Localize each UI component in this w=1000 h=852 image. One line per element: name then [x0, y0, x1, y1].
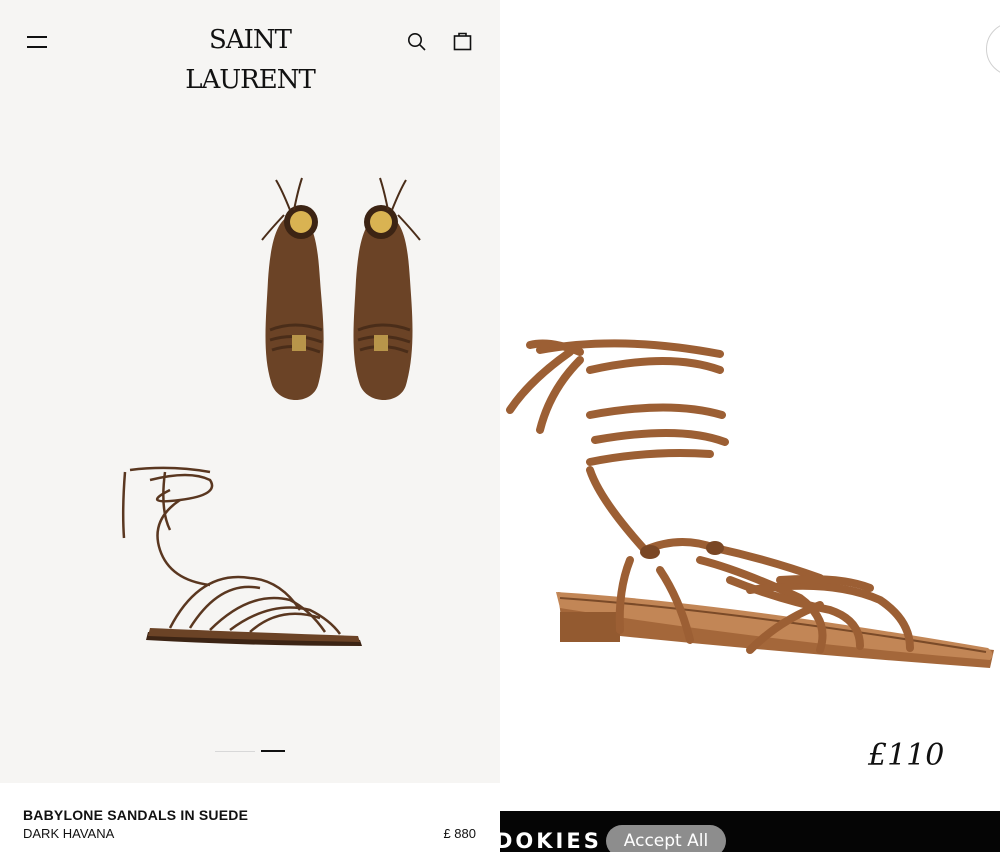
accept-all-button[interactable]: Accept All	[606, 825, 726, 852]
product-info: BABYLONE SANDALS IN SUEDE DARK HAVANA £ …	[0, 783, 500, 852]
product-price: £ 880	[443, 826, 476, 841]
carousel-dot-1[interactable]	[215, 751, 255, 752]
menu-line	[27, 36, 47, 38]
product-name[interactable]: BABYLONE SANDALS IN SUEDE	[23, 807, 248, 823]
lace-up-sandal-image	[506, 339, 994, 668]
brand-logo[interactable]: SAINT LAURENT	[150, 20, 350, 95]
cookie-banner-text: DOKIES	[500, 829, 602, 852]
cookie-banner: DOKIES Accept All	[500, 811, 1000, 852]
saint-laurent-product-screen: SAINT LAURENT BABYLONE SANDALS IN SUEDE …	[0, 0, 500, 852]
circle-button[interactable]	[986, 22, 1000, 76]
hamburger-menu-icon[interactable]	[27, 34, 47, 50]
comparison-price: £110	[868, 738, 945, 773]
comparison-panel: £110 DOKIES Accept All	[500, 0, 1000, 852]
left-sandal-top	[261, 177, 324, 400]
product-image-top-view[interactable]	[250, 170, 440, 410]
carousel-indicator[interactable]	[215, 750, 287, 754]
app-header: SAINT LAURENT	[0, 0, 500, 95]
carousel-dot-2-active[interactable]	[261, 750, 285, 752]
shopping-bag-icon[interactable]	[452, 30, 474, 52]
right-sandal-top	[353, 177, 421, 400]
search-icon[interactable]	[406, 31, 428, 53]
menu-line	[27, 46, 47, 48]
product-color: DARK HAVANA	[23, 826, 115, 841]
product-image-side-view[interactable]	[110, 460, 370, 650]
